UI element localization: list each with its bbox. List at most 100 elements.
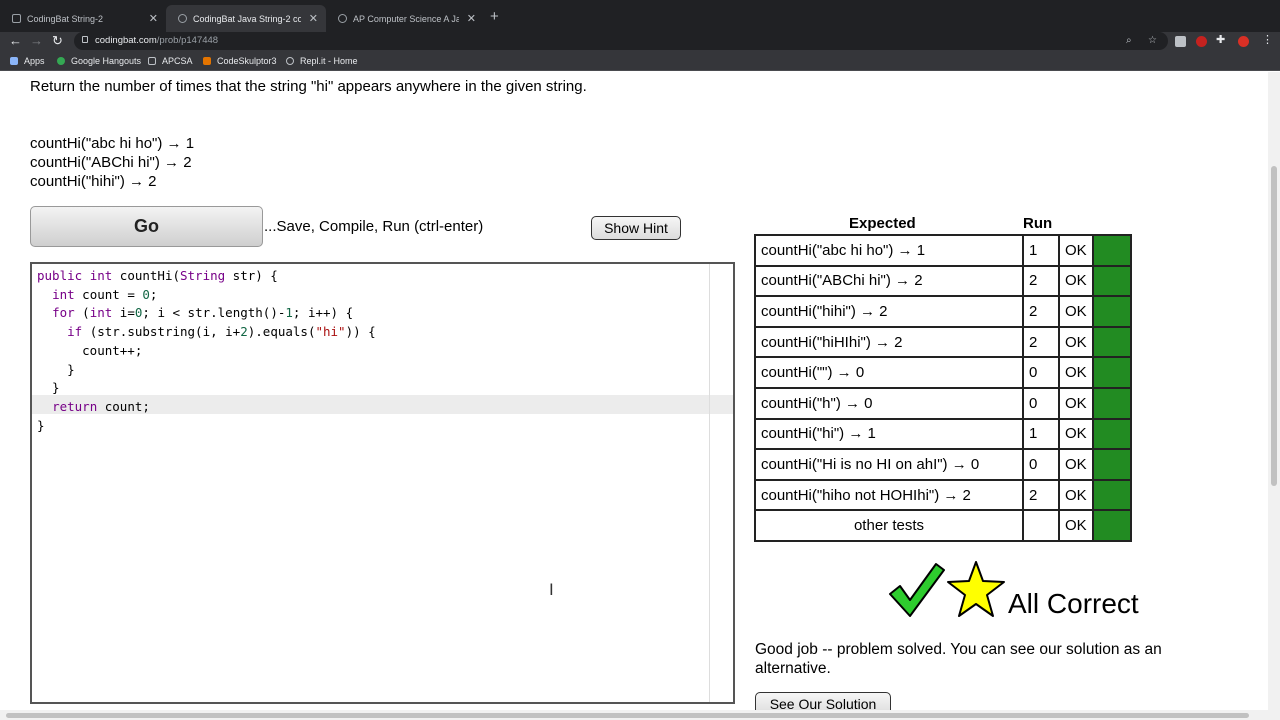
url-path: /prob/p147448 [156, 35, 219, 46]
tab-title: AP Computer Science A Java Q [353, 13, 459, 24]
scrollbar-thumb[interactable] [6, 713, 1249, 718]
tab-title: CodingBat String-2 [27, 13, 104, 24]
expected-cell: countHi("abc hi ho") → 1 [754, 234, 1024, 267]
example-line: countHi("abc hi ho") → 1 [30, 135, 195, 152]
run-cell: 2 [1022, 264, 1060, 298]
code-line[interactable]: return count; [37, 398, 376, 417]
result-row: countHi("abc hi ho") → 1 1 OK [754, 234, 1132, 267]
example-line: countHi("hihi") → 2 [30, 173, 157, 190]
menu-kebab-icon[interactable]: ⋮ [1262, 33, 1273, 46]
examples-list: countHi("abc hi ho") → 1 countHi("ABChi … [30, 134, 194, 191]
go-description: ...Save, Compile, Run (ctrl-enter) [264, 218, 484, 235]
close-tab-icon[interactable]: ✕ [149, 12, 158, 25]
run-cell [1022, 509, 1060, 542]
close-tab-icon[interactable]: ✕ [309, 12, 318, 25]
result-row: countHi("h") → 0 0 OK [754, 386, 1132, 420]
bookmark-label: APCSA [162, 56, 193, 66]
url-text[interactable]: codingbat.com/prob/p147448 [95, 35, 218, 46]
bookmark-label: Google Hangouts [71, 56, 142, 66]
extension-record-icon[interactable] [1196, 36, 1207, 47]
success-message: Good job -- problem solved. You can see … [755, 641, 1162, 677]
status-cell: OK [1058, 386, 1094, 420]
bookmark-replit[interactable]: Repl.it - Home [286, 56, 358, 66]
forward-arrow-icon[interactable]: → [30, 33, 43, 48]
code-line[interactable]: public int countHi(String str) { [37, 267, 376, 286]
results-table: countHi("abc hi ho") → 1 1 OK countHi("ABCh… [754, 234, 1132, 542]
bookmark-label: Apps [24, 56, 45, 66]
expected-cell: countHi("h") → 0 [754, 386, 1024, 420]
pass-indicator [1092, 356, 1132, 389]
problem-statement: Return the number of times that the stri… [30, 78, 587, 95]
run-cell: 2 [1022, 295, 1060, 328]
loading-favicon-icon [178, 14, 187, 23]
back-arrow-icon[interactable]: ← [9, 33, 22, 48]
status-cell: OK [1058, 264, 1094, 298]
url-domain: codingbat.com [95, 35, 157, 46]
run-cell: 2 [1022, 478, 1060, 512]
code-line[interactable]: count++; [37, 342, 376, 361]
expected-cell: countHi("hihi") → 2 [754, 295, 1024, 328]
address-bar[interactable]: codingbat.com/prob/p147448 ⌕ ☆ [74, 32, 1168, 50]
bookmarks-bar: Apps Google Hangouts APCSA CodeSkulptor3… [0, 52, 1280, 71]
result-row: countHi("hiHIhi") → 2 2 OK [754, 325, 1132, 359]
status-cell: OK [1058, 234, 1094, 267]
code-line[interactable]: if (str.substring(i, i+2).equals("hi")) … [37, 323, 376, 342]
tab-codingbat-counthi[interactable]: CodingBat Java String-2 countHi ✕ [166, 5, 326, 32]
loading-favicon-icon [338, 14, 347, 23]
scrollbar-thumb[interactable] [1271, 166, 1277, 486]
star-icon [947, 561, 1005, 617]
print-margin [709, 264, 710, 702]
go-button[interactable]: Go [30, 206, 263, 247]
text-cursor-icon: I [549, 580, 554, 599]
expected-cell: countHi("ABChi hi") → 2 [754, 264, 1024, 298]
folder-icon [148, 57, 156, 65]
replit-icon [286, 57, 294, 65]
hangouts-icon [57, 57, 65, 65]
extensions-puzzle-icon[interactable]: ✚ [1216, 33, 1225, 46]
show-hint-button[interactable]: Show Hint [591, 216, 681, 240]
browser-toolbar: ← → ↻ codingbat.com/prob/p147448 ⌕ ☆ ✚ ⋮ [0, 32, 1280, 52]
run-cell: 0 [1022, 386, 1060, 420]
bookmark-star-icon[interactable]: ☆ [1148, 35, 1157, 46]
extension-icon[interactable] [1175, 36, 1186, 47]
bookmark-apcsa[interactable]: APCSA [148, 56, 193, 66]
code-editor[interactable]: public int countHi(String str) { int cou… [30, 262, 735, 704]
profile-avatar-icon[interactable] [1238, 36, 1249, 47]
reload-icon[interactable]: ↻ [52, 33, 63, 49]
code-line[interactable]: } [37, 417, 376, 436]
close-tab-icon[interactable]: ✕ [467, 12, 476, 25]
code-content[interactable]: public int countHi(String str) { int cou… [37, 267, 376, 435]
pass-indicator [1092, 417, 1132, 451]
zoom-icon[interactable]: ⌕ [1126, 35, 1132, 46]
horizontal-scrollbar[interactable] [0, 710, 1268, 720]
run-cell: 2 [1022, 325, 1060, 359]
pass-indicator [1092, 509, 1132, 542]
new-tab-plus-icon[interactable]: + [490, 8, 499, 25]
tab-ap-cs-a[interactable]: AP Computer Science A Java Q ✕ [326, 5, 484, 32]
result-row: countHi("hihi") → 2 2 OK [754, 295, 1132, 328]
bookmark-label: Repl.it - Home [300, 56, 358, 66]
pass-indicator [1092, 478, 1132, 512]
tab-title: CodingBat Java String-2 countHi [193, 13, 301, 24]
status-cell: OK [1058, 356, 1094, 389]
code-line[interactable]: } [37, 361, 376, 380]
code-line[interactable]: for (int i=0; i < str.length()-1; i++) { [37, 304, 376, 323]
bookmark-codeskulptor[interactable]: CodeSkulptor3 [203, 56, 277, 66]
code-line[interactable]: } [37, 379, 376, 398]
bookmark-google-hangouts[interactable]: Google Hangouts [57, 56, 141, 66]
bookmark-apps[interactable]: Apps [10, 56, 45, 66]
run-cell: 1 [1022, 417, 1060, 451]
lock-icon [82, 36, 88, 43]
all-correct-banner: All Correct [888, 560, 1139, 619]
expected-header: Expected [849, 215, 916, 232]
vertical-scrollbar[interactable] [1268, 72, 1280, 720]
result-row: countHi("hiho not HOHIhi") → 2 2 OK [754, 478, 1132, 512]
browser-tab-bar: CodingBat String-2 ✕ CodingBat Java Stri… [0, 0, 1280, 32]
apps-grid-icon [10, 57, 18, 65]
tab-codingbat-string2[interactable]: CodingBat String-2 ✕ [0, 5, 166, 32]
expected-cell: countHi("hiHIhi") → 2 [754, 325, 1024, 359]
pass-indicator [1092, 295, 1132, 328]
run-header: Run [1023, 215, 1053, 232]
code-line[interactable]: int count = 0; [37, 286, 376, 305]
run-cell: 0 [1022, 356, 1060, 389]
